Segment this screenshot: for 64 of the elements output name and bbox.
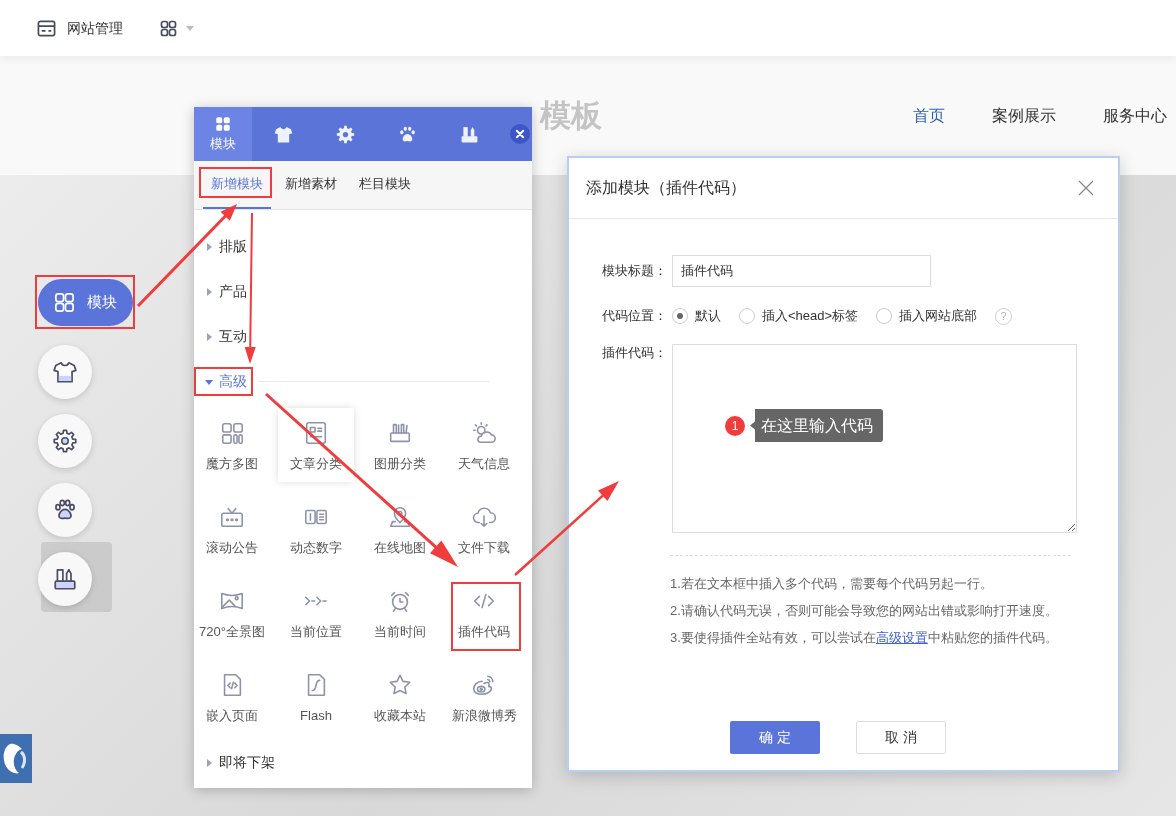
radio-button[interactable] xyxy=(672,308,688,324)
subtab[interactable]: 新增模块 xyxy=(203,161,271,209)
module-item[interactable]: 天气信息 xyxy=(446,408,522,482)
radio-button[interactable] xyxy=(876,308,893,324)
site-management-button[interactable]: 网站管理 xyxy=(37,17,123,39)
module-item[interactable]: 720°全景图 xyxy=(194,576,270,650)
module-item[interactable]: 收藏本站 xyxy=(362,660,438,734)
confirm-button[interactable]: 确 定 xyxy=(730,721,820,754)
module-item[interactable]: 新浪微博秀 xyxy=(446,660,522,734)
card-icon xyxy=(37,18,56,38)
grid-icon xyxy=(219,420,245,446)
subtab[interactable]: 栏目模块 xyxy=(351,161,419,209)
cancel-button[interactable]: 取 消 xyxy=(856,721,946,754)
grid-icon xyxy=(214,115,232,133)
logo-icon xyxy=(0,734,32,783)
radio-label: 插入网站底部 xyxy=(899,307,978,326)
field-label: 模块标题： xyxy=(602,262,668,280)
module-item[interactable]: 嵌入页面 xyxy=(194,660,270,734)
cloud-download-icon xyxy=(471,504,497,530)
module-item[interactable]: 当前时间 xyxy=(362,576,438,650)
subtab[interactable]: 新增素材 xyxy=(277,161,345,209)
grid-icon xyxy=(160,19,177,37)
settings-link[interactable]: 高级设置 xyxy=(875,630,928,645)
module-item[interactable]: 魔方多图 xyxy=(194,408,270,482)
settings-icon xyxy=(52,428,78,454)
note-text: 2.请确认代码无误，否则可能会导致您的网站出错或影响打开速度。 xyxy=(670,602,1058,620)
category-header[interactable]: 即将下架 xyxy=(194,748,281,777)
hint-tooltip: 在这里输入代码 xyxy=(750,409,883,442)
module-item[interactable]: 当前位置 xyxy=(278,576,354,650)
title-input[interactable]: 插件代码 xyxy=(672,255,931,287)
eye-waves-icon xyxy=(471,672,497,698)
module-item[interactable]: 插件代码 xyxy=(446,576,522,650)
grid-icon xyxy=(53,291,76,314)
apps-menu-button[interactable] xyxy=(160,19,194,37)
id-card-icon xyxy=(303,420,329,446)
nav-link[interactable]: 服务中心 xyxy=(1103,103,1167,128)
category-header[interactable]: 高级 xyxy=(194,367,253,396)
nav-link[interactable]: 首页 xyxy=(913,103,945,128)
category-header[interactable]: 产品 xyxy=(194,277,253,306)
radio-label: 插入<head>标签 xyxy=(762,307,859,326)
field-label: 代码位置： xyxy=(602,307,668,325)
field-label: 插件代码： xyxy=(602,344,668,362)
module-item[interactable]: Flash xyxy=(278,660,354,734)
code-textarea[interactable] xyxy=(672,344,1077,533)
nav-link[interactable]: 案例展示 xyxy=(992,103,1056,128)
caret-icon xyxy=(186,25,194,31)
module-item[interactable]: 动态数字 xyxy=(278,492,354,566)
module-item[interactable]: 滚动公告 xyxy=(194,492,270,566)
category-header[interactable]: 互动 xyxy=(194,322,253,351)
close-icon[interactable] xyxy=(1078,180,1094,196)
radio-button[interactable] xyxy=(739,308,755,324)
radio-label: 默认 xyxy=(695,307,721,326)
sun-cloud-icon xyxy=(471,420,497,446)
note-text: 1.若在文本框中插入多个代码，需要每个代码另起一行。 xyxy=(670,575,993,593)
note-text: 3.要使得插件全站有效，可以尝试在高级设置中粘贴您的插件代码。 xyxy=(670,629,1058,647)
settings-icon xyxy=(334,123,356,145)
close-icon[interactable] xyxy=(510,124,530,144)
category-header[interactable]: 排版 xyxy=(194,232,253,261)
module-item[interactable]: 文件下载 xyxy=(446,492,522,566)
map-pin-icon xyxy=(387,504,413,530)
pencil-holder-icon xyxy=(52,566,78,592)
module-item[interactable]: 图册分类 xyxy=(362,408,438,482)
shirt-icon xyxy=(52,359,78,385)
dialog-title: 添加模块（插件代码） xyxy=(586,178,746,198)
